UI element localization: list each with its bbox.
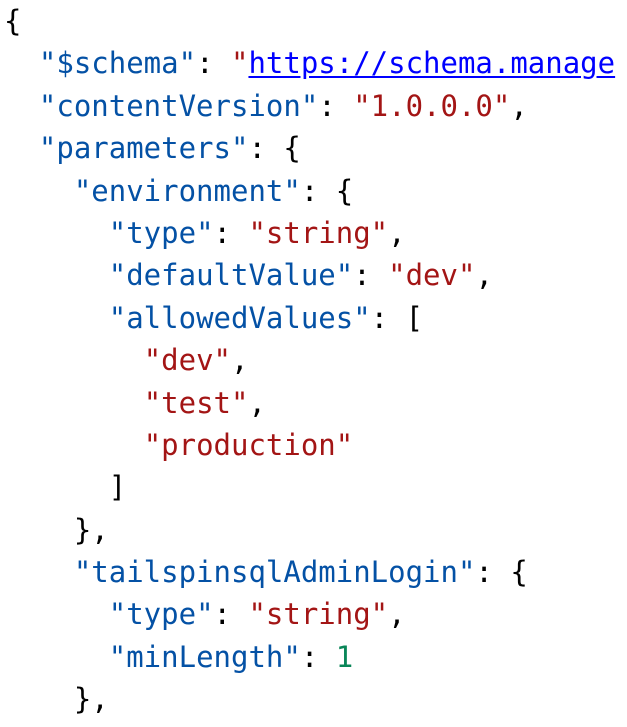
json-punctuation: , bbox=[510, 88, 528, 123]
json-key: "type" bbox=[108, 597, 214, 632]
schema-link[interactable]: https://schema.manage bbox=[248, 46, 615, 80]
json-punctuation: , bbox=[388, 215, 406, 250]
code-block: { "$schema": "https://schema.manage "con… bbox=[4, 0, 615, 721]
json-string: "production" bbox=[143, 427, 354, 462]
json-key: "allowedValues" bbox=[108, 300, 371, 335]
code-line: "environment": { bbox=[4, 170, 615, 212]
code-line: { bbox=[4, 0, 615, 42]
code-line: "type": "string", bbox=[4, 593, 615, 635]
json-punctuation: : bbox=[353, 258, 389, 293]
json-key: "defaultValue" bbox=[108, 258, 354, 293]
code-line: "contentVersion": "1.0.0.0", bbox=[4, 85, 615, 127]
json-punctuation: : { bbox=[300, 173, 354, 208]
json-number: 1 bbox=[335, 639, 354, 674]
code-line: "minLength": 1 bbox=[4, 636, 615, 678]
json-key: "$schema" bbox=[38, 46, 197, 81]
json-string: " bbox=[230, 46, 249, 81]
json-key: "contentVersion" bbox=[38, 88, 319, 123]
json-string: "dev" bbox=[143, 343, 231, 378]
json-string: "string" bbox=[248, 215, 389, 250]
code-line: "allowedValues": [ bbox=[4, 297, 615, 339]
code-line: "test", bbox=[4, 382, 615, 424]
json-punctuation: : bbox=[213, 597, 249, 632]
json-key: "type" bbox=[108, 215, 214, 250]
json-punctuation: : bbox=[318, 88, 354, 123]
json-punctuation: : [ bbox=[370, 300, 424, 335]
json-punctuation: : bbox=[213, 215, 249, 250]
json-punctuation: ] bbox=[108, 470, 127, 505]
json-punctuation: { bbox=[4, 4, 22, 38]
json-key: "environment" bbox=[73, 173, 301, 208]
json-punctuation: }, bbox=[73, 512, 109, 547]
code-line: "dev", bbox=[4, 339, 615, 381]
json-punctuation: , bbox=[475, 258, 493, 293]
code-line: "type": "string", bbox=[4, 212, 615, 254]
code-line: "$schema": "https://schema.manage bbox=[4, 42, 615, 84]
json-punctuation: }, bbox=[73, 682, 109, 717]
json-string: "1.0.0.0" bbox=[353, 88, 511, 123]
json-punctuation: , bbox=[248, 385, 266, 420]
code-line: "parameters": { bbox=[4, 127, 615, 169]
json-punctuation: : { bbox=[475, 555, 528, 590]
code-line: "production" bbox=[4, 424, 615, 466]
json-punctuation: : bbox=[196, 46, 231, 81]
json-string: "string" bbox=[248, 597, 389, 632]
json-key: "parameters" bbox=[38, 131, 249, 166]
json-punctuation: : bbox=[300, 639, 336, 674]
code-line: "tailspinsqlAdminLogin": { bbox=[4, 551, 615, 593]
json-punctuation: , bbox=[388, 597, 406, 632]
json-code-editor[interactable]: { "$schema": "https://schema.manage "con… bbox=[0, 0, 627, 727]
json-string: "dev" bbox=[388, 258, 476, 293]
json-key: "tailspinsqlAdminLogin" bbox=[73, 555, 476, 590]
code-line: }, bbox=[4, 678, 615, 720]
code-line: }, bbox=[4, 509, 615, 551]
json-key: "minLength" bbox=[108, 639, 301, 674]
json-string: "test" bbox=[143, 385, 249, 420]
code-line: ] bbox=[4, 466, 615, 508]
code-line: "defaultValue": "dev", bbox=[4, 254, 615, 296]
json-punctuation: : { bbox=[248, 131, 301, 166]
json-punctuation: , bbox=[231, 343, 249, 378]
